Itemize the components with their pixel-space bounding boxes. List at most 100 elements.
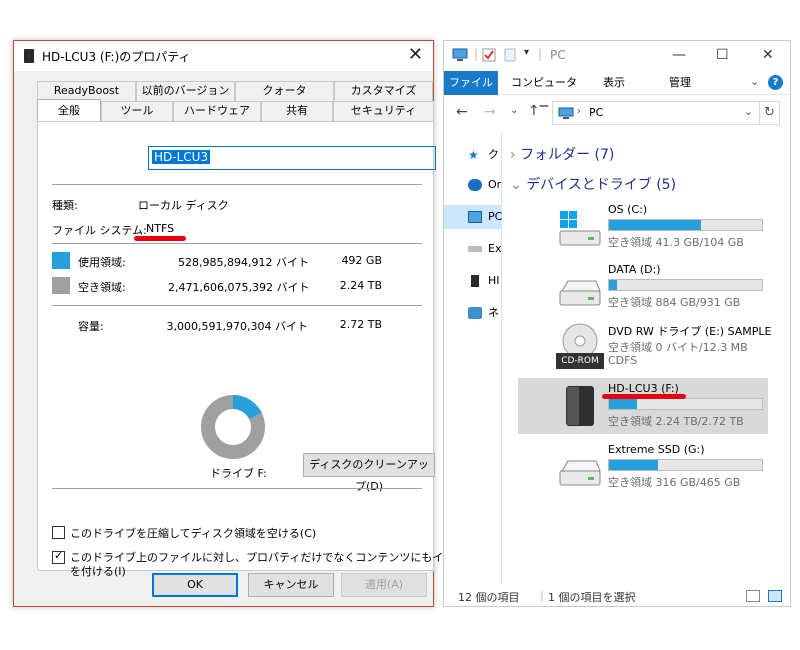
nav-item-label: ネ (488, 306, 499, 319)
nav-item-pc[interactable]: PC (444, 205, 502, 229)
drive-item-d[interactable]: DATA (D:) 空き領域 884 GB/931 GB (518, 259, 768, 315)
address-bar[interactable]: › PC ⌄ (552, 101, 760, 125)
external-hdd-icon (566, 386, 594, 426)
tab-sharing[interactable]: 共有 (261, 101, 333, 121)
drive-space-info: 空き領域 0 バイト/12.3 MB (608, 341, 748, 354)
large-icons-view-icon[interactable] (768, 590, 782, 602)
separator: | (540, 589, 544, 602)
close-icon[interactable]: ✕ (762, 47, 774, 63)
pc-icon (558, 107, 574, 119)
free-label: 空き領域: (78, 281, 126, 294)
nav-item-label: Ex (488, 242, 502, 255)
tab-previous-versions[interactable]: 以前のバージョン (136, 81, 235, 101)
ok-button[interactable]: OK (152, 573, 238, 597)
nav-item-hd-lcu3[interactable]: HI (444, 269, 502, 293)
compress-checkbox[interactable] (52, 526, 65, 539)
drive-item-g[interactable]: Extreme SSD (G:) 空き領域 316 GB/465 GB (518, 439, 768, 495)
item-count: 12 個の項目 (458, 591, 520, 604)
dialog-title: HD-LCU3 (F:)のプロパティ (42, 50, 191, 64)
tab-tools[interactable]: ツール (101, 101, 173, 121)
cancel-button[interactable]: キャンセル (248, 573, 334, 597)
drive-usage-bar (608, 398, 763, 410)
tab-readyboost[interactable]: ReadyBoost (37, 81, 136, 101)
disk-cleanup-button[interactable]: ディスクのクリーンアップ(D) (303, 453, 435, 493)
customize-qat-icon[interactable]: ▾ (524, 47, 529, 58)
compress-option-label: このドライブを圧縮してディスク領域を空ける(C) (70, 527, 317, 540)
recent-locations-icon[interactable]: ⌄ (510, 105, 518, 116)
nav-item-onedrive[interactable]: Or (444, 173, 502, 197)
minimize-icon[interactable]: — (672, 47, 686, 63)
tab-computer[interactable]: コンピューター (506, 71, 582, 113)
tab-security[interactable]: セキュリティ (333, 101, 434, 121)
used-color-swatch (52, 252, 70, 269)
tab-manage[interactable]: 管理 (658, 71, 702, 95)
tab-row-2: 全般 ツール ハードウェア 共有 セキュリティ (37, 99, 434, 121)
drive-item-f[interactable]: HD-LCU3 (F:) 空き領域 2.24 TB/2.72 TB (518, 378, 768, 434)
checkmark-icon: ✓ (54, 549, 64, 562)
capacity-size: 2.72 TB (339, 318, 382, 331)
expand-ribbon-icon[interactable]: ⌄ (750, 75, 759, 88)
details-view-icon[interactable] (746, 590, 760, 602)
divider (52, 488, 422, 489)
nav-item-label: ク (488, 148, 499, 161)
tab-customize[interactable]: カスタマイズ (334, 81, 433, 101)
used-size: 492 GB (341, 254, 382, 267)
used-label: 使用領域: (78, 256, 126, 269)
drive-usage-bar (608, 279, 763, 291)
fs-label: ファイル システム: (52, 224, 147, 237)
network-icon (468, 307, 482, 319)
tab-quota[interactable]: クォータ (235, 81, 334, 101)
tab-hardware[interactable]: ハードウェア (173, 101, 261, 121)
external-hdd-icon (471, 275, 479, 287)
drive-usage-fill (609, 399, 637, 409)
capacity-label: 容量: (78, 320, 104, 333)
folders-group-header[interactable]: › フォルダー (7) (510, 144, 614, 164)
nav-item-extreme-ssd[interactable]: Ex (444, 237, 502, 261)
forward-arrow-icon[interactable]: → (484, 104, 496, 120)
drive-space-info: 空き領域 884 GB/931 GB (608, 296, 741, 309)
breadcrumb-chevron-icon: › (577, 106, 581, 117)
drive-name: Extreme SSD (G:) (608, 443, 705, 456)
close-icon[interactable]: ✕ (408, 45, 423, 65)
free-color-swatch (52, 277, 70, 294)
drives-group-header[interactable]: ⌄ デバイスとドライブ (5) (510, 174, 676, 194)
pc-icon (452, 48, 468, 61)
address-dropdown-icon[interactable]: ⌄ (744, 105, 753, 118)
drive-item-c[interactable]: OS (C:) 空き領域 41.3 GB/104 GB (518, 199, 768, 255)
drive-name: OS (C:) (608, 203, 648, 216)
nav-item-label: PC (488, 210, 502, 223)
divider (52, 305, 422, 306)
new-folder-icon[interactable] (504, 48, 516, 62)
cd-rom-badge: CD-ROM (556, 353, 604, 369)
index-option-label-line2: を付ける(I) (70, 565, 126, 578)
cloud-icon (468, 179, 482, 191)
disk-usage-donut-chart (201, 395, 265, 459)
free-bytes: 2,471,606,075,392 バイト (168, 281, 310, 294)
properties-dialog: HD-LCU3 (F:)のプロパティ ✕ ReadyBoost 以前のバージョン… (13, 40, 498, 607)
tab-view[interactable]: 表示 (594, 71, 634, 95)
refresh-icon[interactable]: ↻ (760, 101, 780, 125)
capacity-bytes: 3,000,591,970,304 バイト (166, 320, 308, 333)
index-checkbox[interactable]: ✓ (52, 549, 65, 564)
ribbon: ファイル コンピューター 表示 管理 ⌄ ? (444, 71, 790, 113)
nav-item-quick-access[interactable]: ★ ク (444, 143, 502, 167)
maximize-icon[interactable]: ☐ (716, 47, 729, 63)
back-arrow-icon[interactable]: ← (456, 104, 468, 120)
drive-item-e[interactable]: CD-ROM DVD RW ドライブ (E:) SAMPLE 空き領域 0 バイ… (518, 319, 772, 375)
chevron-right-icon: › (510, 147, 516, 163)
properties-icon[interactable] (482, 48, 496, 62)
up-arrow-icon[interactable]: ↑ (528, 103, 540, 119)
drive-icon (24, 49, 34, 63)
nav-item-network[interactable]: ネ (444, 301, 502, 325)
separator: | (474, 47, 479, 61)
drive-name: DATA (D:) (608, 263, 661, 276)
nav-item-label: Or (488, 178, 502, 191)
type-value: ローカル ディスク (138, 199, 229, 212)
help-icon[interactable]: ? (768, 75, 783, 90)
tab-general[interactable]: 全般 (37, 99, 101, 121)
drives-header-label: デバイスとドライブ (5) (526, 177, 677, 193)
volume-name-input[interactable]: HD-LCU3 (148, 146, 436, 170)
tab-file[interactable]: ファイル (444, 71, 498, 95)
apply-button[interactable]: 適用(A) (341, 573, 427, 597)
drive-usage-fill (609, 280, 617, 290)
